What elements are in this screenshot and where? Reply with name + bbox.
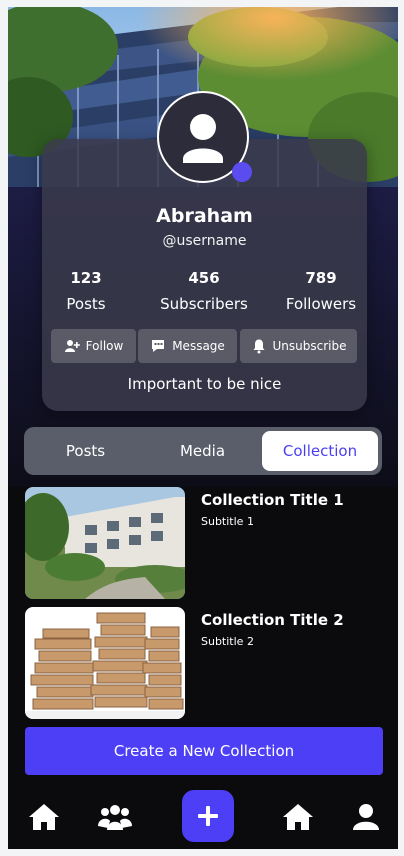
- message-button[interactable]: Message: [138, 329, 237, 363]
- list-item[interactable]: Collection Title 2 Subtitle 2: [25, 607, 383, 719]
- tab-posts[interactable]: Posts: [28, 431, 143, 471]
- create-collection-button[interactable]: Create a New Collection: [25, 727, 383, 775]
- tab-collection[interactable]: Collection: [262, 431, 378, 471]
- collection-title: Collection Title 1: [201, 491, 344, 509]
- user-plus-icon: [64, 340, 80, 352]
- add-button[interactable]: [182, 790, 234, 842]
- content-tabs: Posts Media Collection: [24, 427, 382, 475]
- message-icon: [152, 340, 165, 352]
- message-label: Message: [172, 339, 225, 353]
- stat-label: Posts: [66, 295, 106, 313]
- stat-subscribers: 456 Subscribers: [149, 269, 259, 313]
- collection-subtitle: Subtitle 1: [201, 515, 254, 528]
- profile-name: Abraham: [156, 205, 253, 227]
- profile-handle: @username: [162, 233, 247, 249]
- profile-bio: Important to be nice: [127, 375, 282, 393]
- tab-media[interactable]: Media: [145, 431, 260, 471]
- collection-thumbnail: [25, 607, 185, 719]
- stat-label: Followers: [285, 295, 357, 313]
- collection-title: Collection Title 2: [201, 611, 344, 629]
- plus-icon: [198, 806, 218, 826]
- stat-value: 456: [188, 269, 220, 287]
- stat-label: Subscribers: [160, 295, 248, 313]
- stat-posts: 123 Posts: [31, 269, 141, 313]
- collection-thumbnail: [25, 487, 185, 599]
- home-icon[interactable]: [24, 797, 64, 837]
- stat-followers: 789 Followers: [266, 269, 376, 313]
- follow-button[interactable]: Follow: [51, 329, 136, 363]
- bottom-nav: [8, 785, 398, 849]
- user-icon[interactable]: [346, 797, 386, 837]
- stat-value: 789: [305, 269, 337, 287]
- unsubscribe-button[interactable]: Unsubscribe: [240, 329, 357, 363]
- status-badge: [232, 162, 252, 182]
- profile-screen: Abraham @username 123 Posts 456 Subscrib…: [8, 7, 398, 849]
- list-item[interactable]: Collection Title 1 Subtitle 1: [25, 487, 383, 599]
- group-icon[interactable]: [95, 797, 135, 837]
- home-icon[interactable]: [278, 797, 318, 837]
- bell-icon: [253, 339, 264, 354]
- collection-subtitle: Subtitle 2: [201, 635, 254, 648]
- stat-value: 123: [70, 269, 102, 287]
- unsubscribe-label: Unsubscribe: [272, 339, 347, 353]
- follow-label: Follow: [85, 339, 124, 353]
